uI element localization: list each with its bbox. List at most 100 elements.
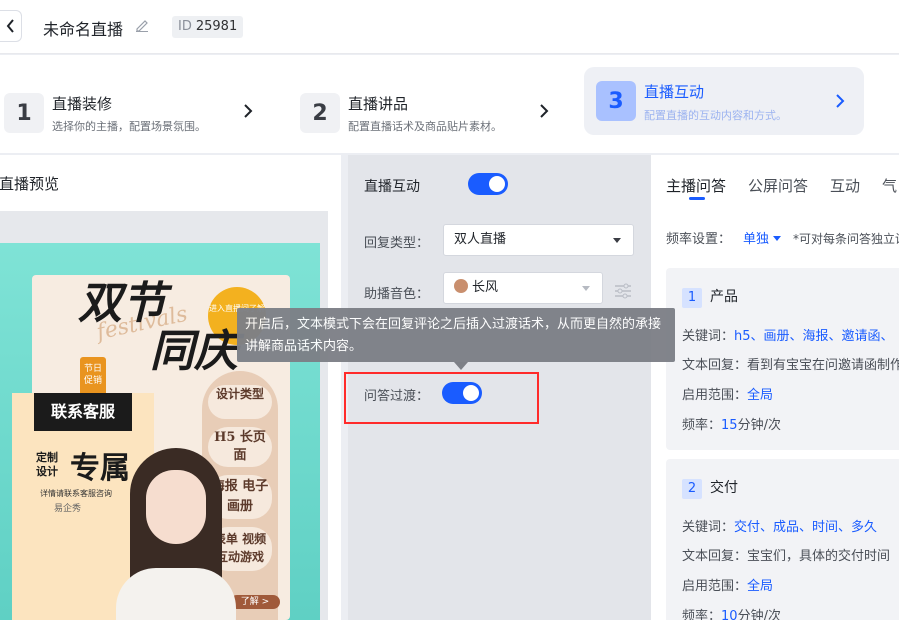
card-number: 1 (682, 288, 702, 308)
step-3-desc: 配置直播的互动内容和方式。 (644, 109, 787, 122)
id-value: 25981 (195, 19, 238, 34)
step-3[interactable]: 3 直播互动 配置直播的互动内容和方式。 (584, 67, 864, 135)
caret-down-icon (613, 238, 621, 243)
tab-underline (689, 197, 705, 200)
settings-panel: 直播互动 回复类型： 双人直播 助播音色： 长风 问答过渡： (344, 155, 651, 620)
id-label: ID (178, 19, 192, 34)
pencil-icon (136, 20, 148, 32)
card-reply-row: 文本回复：宝宝们，具体的交付时间 (682, 545, 890, 564)
tab-public-qa[interactable]: 公屏问答 (748, 175, 808, 196)
step-2-desc: 配置直播话术及商品贴片素材。 (348, 120, 502, 133)
qa-card-2-head: 2 交付 (682, 477, 738, 499)
sliders-icon[interactable] (614, 283, 632, 299)
step-1-title: 直播装修 (52, 95, 113, 113)
freq-num: 10 (721, 609, 738, 620)
reply-label: 文本回复： (682, 549, 748, 564)
caret-down-icon[interactable] (773, 236, 782, 241)
chevron-right-icon (244, 104, 253, 118)
id-badge: ID 25981 (172, 16, 244, 38)
transition-label: 问答过渡： (364, 389, 430, 404)
frequency-label: 频率设置： (666, 232, 732, 247)
freq-label: 频率： (682, 609, 722, 620)
keywords-label: 关键词： (682, 329, 735, 344)
keywords-value: 交付、成品、时间、多久 (734, 520, 878, 535)
preview-panel: 直播预览 进入直播间了解 festivals 双节 同庆 节日促销 设计类型 H… (0, 155, 341, 620)
frequency-select[interactable]: 单独 (743, 232, 769, 247)
card-scope-row: 启用范围：全局 (682, 575, 773, 594)
interaction-toggle[interactable] (468, 173, 508, 195)
step-2[interactable]: 2 直播讲品 配置直播话术及商品贴片素材。 (296, 67, 566, 135)
keywords-value: h5、画册、海报、邀请函、 (734, 329, 894, 344)
freq-num: 15 (721, 418, 738, 433)
step-1-number: 1 (4, 93, 44, 133)
card-number: 2 (682, 479, 702, 499)
chevron-right-icon (836, 94, 845, 108)
person-face (146, 470, 206, 544)
frequency-row: 频率设置： 单独 *可对每条问答独立设置 (666, 228, 899, 247)
qa-panel: 主播问答公屏问答互动气 频率设置：单独*可对每条问答独立设置 1产品 关键词：h… (651, 155, 899, 620)
chevron-right-icon (540, 104, 549, 118)
card-freq-row: 频率：10分钟/次 (682, 605, 781, 620)
scope-label: 启用范围： (682, 388, 748, 403)
transition-toggle[interactable] (442, 382, 482, 404)
voice-select[interactable]: 长风 (443, 272, 603, 304)
scope-value: 全局 (747, 388, 774, 403)
qa-tabs: 主播问答 公屏问答 互动 气 (666, 175, 899, 205)
qa-card-1-head: 1 产品 (682, 286, 738, 308)
card-reply-row: 文本回复：看到有宝宝在问邀请函制作 (682, 354, 899, 373)
voice-value: 长风 (472, 280, 499, 295)
poster-pill-1: 设计类型 (208, 385, 272, 419)
caret-down-icon (582, 286, 590, 291)
person-shirt (116, 568, 236, 620)
reply-value: 宝宝们，具体的交付时间 (747, 549, 891, 564)
reply-value: 看到有宝宝在问邀请函制作 (747, 358, 899, 373)
tab-anchor-qa[interactable]: 主播问答 (666, 175, 726, 196)
poster-image: 进入直播间了解 festivals 双节 同庆 节日促销 设计类型 H5 长页面… (0, 243, 320, 620)
toggle-knob (463, 385, 479, 401)
chevron-left-icon (6, 19, 14, 33)
back-button[interactable] (0, 10, 22, 42)
tooltip-arrow (454, 362, 468, 370)
toggle-knob (489, 176, 505, 192)
page-title: 未命名直播 (43, 20, 124, 39)
scope-label: 启用范围： (682, 579, 748, 594)
poster-headline-2: 同庆 (150, 326, 238, 377)
step-2-title: 直播讲品 (348, 95, 409, 113)
step-1-desc: 选择你的主播，配置场景氛围。 (52, 120, 206, 133)
freq-unit: 分钟/次 (737, 609, 781, 620)
poster-sub: 详情请联系客服咨询 (40, 489, 112, 498)
tab-interact[interactable]: 互动 (830, 175, 860, 196)
reply-type-value: 双人直播 (454, 232, 507, 247)
edit-title-button[interactable] (135, 18, 149, 36)
card-title: 产品 (710, 289, 738, 305)
card-scope-row: 启用范围：全局 (682, 384, 773, 403)
step-3-number: 3 (596, 81, 636, 121)
scope-value: 全局 (747, 579, 774, 594)
transition-tooltip: 开启后，文本模式下会在回复评论之后插入过渡话术，从而更自然的承接讲解商品话术内容… (237, 308, 675, 362)
step-3-title: 直播互动 (644, 83, 705, 101)
card-freq-row: 频率：15分钟/次 (682, 414, 781, 433)
step-nav: 1 直播装修 选择你的主播，配置场景氛围。 2 直播讲品 配置直播话术及商品贴片… (0, 55, 899, 153)
card-keywords-row: 关键词：h5、画册、海报、邀请函、 (682, 325, 894, 344)
card-title: 交付 (710, 480, 738, 496)
qa-card-1[interactable]: 1 产品 关键词：h5、画册、海报、邀请函、 文本回复：看到有宝宝在问邀请函制作 … (666, 268, 899, 450)
anchor-person-image (110, 448, 240, 620)
reply-type-select[interactable]: 双人直播 (443, 224, 634, 256)
freq-label: 频率： (682, 418, 722, 433)
poster-contact-head: 联系客服 (34, 393, 132, 431)
qa-card-2[interactable]: 2 交付 关键词：交付、成品、时间、多久 文本回复：宝宝们，具体的交付时间 启用范… (666, 459, 899, 620)
reply-type-label: 回复类型： (364, 236, 430, 251)
voice-label: 助播音色： (364, 287, 430, 302)
tab-more[interactable]: 气 (882, 175, 897, 196)
preview-title: 直播预览 (0, 175, 60, 193)
keywords-label: 关键词： (682, 520, 735, 535)
reply-label: 文本回复： (682, 358, 748, 373)
interaction-label: 直播互动 (364, 179, 420, 195)
top-header: 未命名直播 ID 25981 (0, 0, 899, 54)
step-2-number: 2 (300, 93, 340, 133)
step-1[interactable]: 1 直播装修 选择你的主播，配置场景氛围。 (0, 67, 270, 135)
poster-custom: 定制设计 (36, 451, 58, 478)
freq-unit: 分钟/次 (737, 418, 781, 433)
frequency-note: *可对每条问答独立设置 (793, 232, 899, 246)
card-keywords-row: 关键词：交付、成品、时间、多久 (682, 516, 877, 535)
